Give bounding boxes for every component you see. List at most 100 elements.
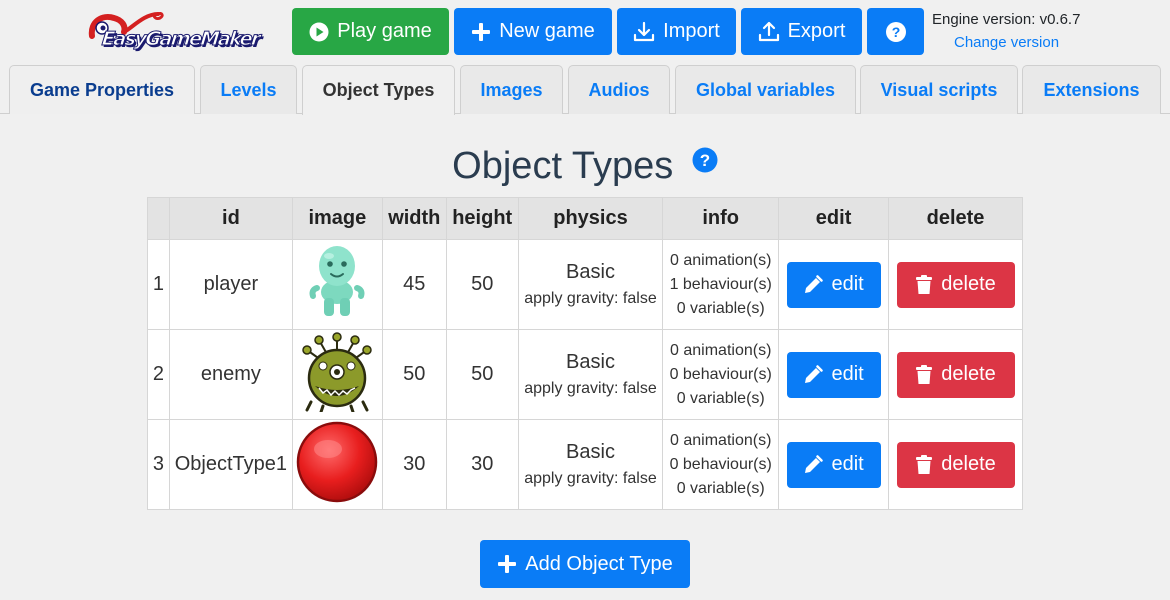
- help-button[interactable]: ?: [867, 8, 924, 55]
- edit-cell: edit: [778, 419, 890, 510]
- info-animations: 0 animation(s): [670, 341, 772, 359]
- header-image: image: [291, 197, 383, 240]
- delete-cell: delete: [888, 419, 1023, 510]
- plus-icon: [472, 22, 491, 41]
- edit-label: edit: [831, 453, 864, 475]
- tab-audios[interactable]: Audios: [568, 65, 670, 114]
- header-width: width: [381, 197, 447, 240]
- import-label: Import: [663, 20, 720, 42]
- info-variables: 0 variable(s): [676, 479, 765, 497]
- trash-icon: [916, 454, 933, 474]
- tab-levels[interactable]: Levels: [200, 65, 297, 114]
- object-height: 50: [445, 329, 519, 420]
- new-game-label: New game: [499, 20, 595, 42]
- object-width: 30: [381, 419, 447, 510]
- info-behaviours: 0 behaviour(s): [669, 455, 772, 473]
- page-title-text: Object Types: [452, 145, 674, 187]
- delete-label: delete: [941, 363, 996, 385]
- physics-gravity: apply gravity: false: [524, 380, 657, 397]
- import-button[interactable]: Import: [617, 8, 736, 55]
- object-height: 50: [445, 239, 519, 330]
- object-id: player: [168, 239, 293, 330]
- header-edit: edit: [778, 197, 890, 240]
- object-image: [291, 419, 383, 510]
- info-behaviours: 1 behaviour(s): [669, 275, 772, 293]
- change-version-link[interactable]: Change version: [954, 34, 1059, 51]
- download-icon: [634, 21, 655, 41]
- question-circle-icon: ?: [885, 21, 906, 42]
- edit-button[interactable]: edit: [786, 441, 881, 488]
- edit-cell: edit: [778, 329, 890, 420]
- physics-type: Basic: [566, 441, 615, 463]
- play-game-label: Play game: [337, 20, 432, 42]
- physics-type: Basic: [566, 261, 615, 283]
- olive-monster-sprite-icon: [302, 331, 373, 413]
- delete-cell: delete: [888, 329, 1023, 420]
- info-animations: 0 animation(s): [670, 251, 772, 269]
- delete-label: delete: [941, 453, 996, 475]
- add-object-type-label: Add Object Type: [525, 552, 673, 575]
- edit-cell: edit: [778, 239, 890, 330]
- main-tabs: Game Properties Levels Object Types Imag…: [0, 64, 1170, 115]
- info-variables: 0 variable(s): [676, 389, 765, 407]
- object-info: 0 animation(s) 1 behaviour(s) 0 variable…: [662, 239, 780, 330]
- tab-object-types[interactable]: Object Types: [302, 65, 455, 115]
- edit-button[interactable]: edit: [786, 351, 881, 398]
- new-game-button[interactable]: New game: [454, 8, 612, 55]
- delete-button[interactable]: delete: [896, 351, 1015, 398]
- export-label: Export: [787, 20, 846, 42]
- delete-label: delete: [941, 273, 996, 295]
- play-icon: [309, 22, 329, 41]
- tab-global-variables[interactable]: Global variables: [675, 65, 856, 114]
- object-info: 0 animation(s) 0 behaviour(s) 0 variable…: [662, 329, 780, 420]
- svg-text:?: ?: [891, 24, 900, 40]
- object-width: 45: [381, 239, 447, 330]
- header-delete: delete: [888, 197, 1023, 240]
- row-number: 3: [147, 419, 170, 510]
- object-physics: Basic apply gravity: false: [517, 419, 664, 510]
- physics-type: Basic: [566, 351, 615, 373]
- add-object-type-button[interactable]: Add Object Type: [480, 540, 690, 588]
- pencil-icon: [805, 274, 824, 293]
- plus-icon: [498, 555, 517, 573]
- pencil-icon: [805, 364, 824, 383]
- object-physics: Basic apply gravity: false: [517, 239, 664, 330]
- info-behaviours: 0 behaviour(s): [669, 365, 772, 383]
- delete-cell: delete: [888, 239, 1023, 330]
- object-info: 0 animation(s) 0 behaviour(s) 0 variable…: [662, 419, 780, 510]
- help-icon[interactable]: ?: [692, 140, 718, 183]
- app-logo[interactable]: EasyGameMaker: [88, 8, 280, 56]
- tab-images[interactable]: Images: [460, 65, 563, 114]
- tab-extensions[interactable]: Extensions: [1022, 65, 1161, 114]
- engine-version-text: Engine version: v0.6.7: [932, 11, 1081, 28]
- table-header-row: id image width height physics info edit …: [147, 197, 1023, 240]
- object-height: 30: [445, 419, 519, 510]
- info-variables: 0 variable(s): [676, 299, 765, 317]
- trash-icon: [916, 364, 933, 384]
- header-id: id: [168, 197, 293, 240]
- object-physics: Basic apply gravity: false: [517, 329, 664, 420]
- object-id: ObjectType1: [168, 419, 293, 510]
- top-bar: EasyGameMaker Play game New game Import …: [0, 0, 1170, 64]
- row-number: 2: [147, 329, 170, 420]
- green-alien-sprite-icon: [309, 245, 365, 316]
- delete-button[interactable]: delete: [896, 261, 1015, 308]
- play-game-button[interactable]: Play game: [292, 8, 449, 55]
- export-button[interactable]: Export: [741, 8, 862, 55]
- table-row: 2 enemy 50 50 Basic apply gravity: false…: [147, 329, 1023, 420]
- tab-game-properties[interactable]: Game Properties: [9, 65, 195, 114]
- edit-button[interactable]: edit: [786, 261, 881, 308]
- tab-visual-scripts[interactable]: Visual scripts: [860, 65, 1018, 114]
- pencil-icon: [805, 454, 824, 473]
- object-width: 50: [381, 329, 447, 420]
- page-title: Object Types ?: [0, 140, 1170, 188]
- physics-gravity: apply gravity: false: [524, 470, 657, 487]
- question-circle-icon: ?: [692, 147, 718, 173]
- object-image: [291, 329, 383, 420]
- svg-text:?: ?: [700, 151, 710, 170]
- delete-button[interactable]: delete: [896, 441, 1015, 488]
- upload-icon: [758, 21, 779, 41]
- logo-text: EasyGameMaker: [100, 28, 261, 51]
- table-row: 3 ObjectType1 30 30 Basic apply gravity:…: [147, 419, 1023, 510]
- header-physics: physics: [517, 197, 664, 240]
